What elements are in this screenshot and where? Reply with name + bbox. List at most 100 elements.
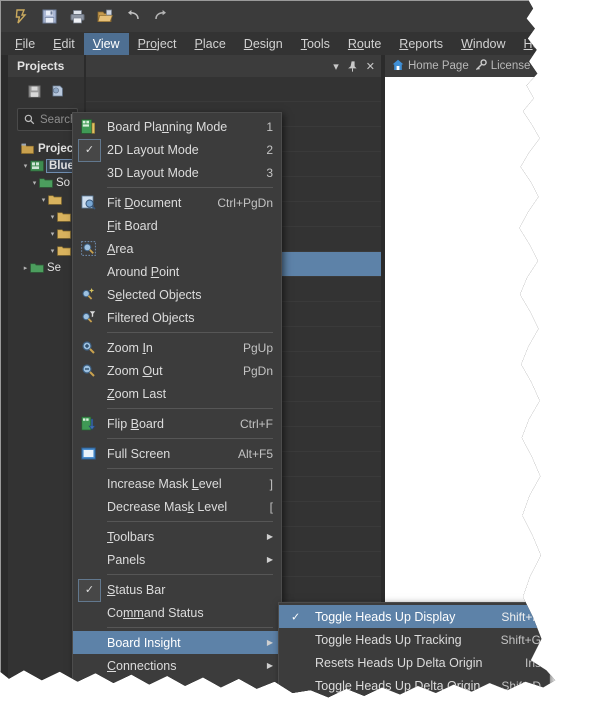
application-window: File Edit View Project Place Design Tools Route… (0, 0, 563, 713)
menu-item-label: 3D Layout Mode (107, 165, 199, 180)
submenu-item-toggle-heads-up-tracking[interactable]: Toggle Heads Up Tracking Shift+G (279, 628, 549, 651)
menubar-item-edit[interactable]: Edit (44, 33, 84, 55)
view-menu-item-status-bar[interactable]: ✓ Status Bar (73, 578, 281, 602)
tree-expand-arrow-icon[interactable]: ▾ (48, 213, 57, 221)
menu-item-label: Decrease Mask Level (107, 499, 228, 514)
view-menu-item-area[interactable]: Area (73, 237, 281, 260)
quick-access-toolbar (0, 0, 556, 32)
editor-tab-license-mana[interactable]: License Mana (475, 58, 563, 74)
menubar-item-help[interactable]: Help (515, 33, 556, 55)
view-menu-item-2d-layout-mode[interactable]: ✓ 2D Layout Mode 2 (73, 138, 281, 162)
view-menu-item-command-status[interactable]: Command Status (73, 601, 281, 624)
menu-item-shortcut: ] (269, 476, 273, 491)
menu-item-label: Area (107, 241, 134, 256)
menubar-item-file[interactable]: File (6, 33, 44, 55)
menubar-item-reports[interactable]: Reports (390, 33, 452, 55)
view-menu-item-full-screen[interactable]: Full Screen Alt+F5 (73, 442, 281, 465)
view-menu-item-zoom-out[interactable]: Zoom Out PgDn (73, 359, 281, 382)
search-input[interactable]: Search (17, 108, 78, 131)
submenu-item-toggle-heads-up-display[interactable]: ✓ Toggle Heads Up Display Shift+H (279, 605, 549, 628)
area-zoom-icon (80, 241, 96, 257)
view-menu-item-decrease-mask-level[interactable]: Decrease Mask Level [ (73, 495, 281, 518)
yellow-folder-icon (48, 194, 62, 206)
menubar-item-tools[interactable]: Tools (292, 33, 339, 55)
view-menu-item-3d-layout-mode[interactable]: 3D Layout Mode 3 (73, 161, 281, 184)
menu-separator (107, 521, 273, 522)
tree-expand-arrow-icon[interactable]: ▾ (48, 247, 57, 255)
view-menu-item-zoom-last[interactable]: Zoom Last (73, 382, 281, 405)
panel-dropdown-icon[interactable]: ▾ (333, 60, 339, 73)
view-menu-item-filtered-objects[interactable]: Filtered Objects (73, 306, 281, 329)
tree-expand-arrow-icon[interactable]: ▾ (21, 162, 30, 170)
editor-tab-label: License Mana (490, 60, 563, 72)
view-menu-item-around-point[interactable]: Around Point (73, 260, 281, 283)
view-menu-item-selected-objects[interactable]: Selected Objects (73, 283, 281, 306)
save-icon[interactable] (36, 4, 62, 28)
tree-expand-arrow-icon[interactable]: ▾ (30, 179, 39, 187)
view-menu-item-jumpers[interactable]: Jumpers ▶ (73, 677, 281, 697)
submenu-item-resets-heads-up-delta-origin[interactable]: Resets Heads Up Delta Origin Ins (279, 651, 549, 674)
view-menu-item-fit-document[interactable]: Fit Document Ctrl+PgDn (73, 191, 281, 214)
menu-item-label: Status Bar (107, 582, 166, 597)
open-folder-icon[interactable] (92, 4, 118, 28)
menu-item-shortcut: Ctrl+F (240, 416, 273, 431)
mnemonic: T (300, 36, 307, 51)
tree-expand-arrow-icon[interactable]: ▸ (21, 264, 30, 272)
view-menu-item-board-insight[interactable]: Board Insight ▶ (73, 631, 281, 654)
menu-item-shortcut: 2 (266, 142, 273, 157)
print-icon[interactable] (64, 4, 90, 28)
menu-item-label: Full Screen (107, 446, 171, 461)
zoom-in-icon (80, 340, 96, 356)
menu-item-label: Toolbars (107, 529, 155, 544)
submenu-arrow-icon: ▶ (266, 638, 273, 647)
project-options-icon[interactable] (51, 84, 65, 98)
view-menu-item-panels[interactable]: Panels ▶ (73, 548, 281, 571)
menubar-item-view[interactable]: View (83, 32, 129, 55)
view-menu-item-increase-mask-level[interactable]: Increase Mask Level] (73, 472, 281, 495)
pin-icon[interactable] (347, 60, 357, 72)
document-row[interactable] (86, 77, 381, 102)
view-menu-item-connections[interactable]: Connections ▶ (73, 654, 281, 677)
altium-logo-icon[interactable] (8, 4, 34, 28)
submenu-item-shortcut: Shift+D (501, 678, 541, 693)
submenu-arrow-icon: ▶ (266, 661, 273, 670)
menu-item-label: Command Status (107, 605, 204, 620)
key-icon (475, 58, 487, 74)
view-menu-item-fit-board[interactable]: Fit Board (73, 214, 281, 237)
menubar-item-design[interactable]: Design (235, 33, 292, 55)
menu-item-shortcut: [ (269, 499, 273, 514)
save-small-icon[interactable] (28, 85, 41, 98)
mnemonic: E (53, 36, 62, 51)
menubar-item-window[interactable]: Window (452, 33, 514, 55)
view-menu-item-flip-board[interactable]: Flip Board Ctrl+F (73, 412, 281, 435)
view-menu-item-grids[interactable]: Grids ▶ (73, 700, 281, 713)
redo-icon[interactable] (148, 4, 174, 28)
tree-expand-arrow-icon[interactable]: ▾ (39, 196, 48, 204)
menu-bar: File Edit View Project Place Design Tools Route… (0, 32, 556, 55)
mnemonic: W (461, 36, 473, 51)
view-menu-item-toolbars[interactable]: Toolbars ▶ (73, 525, 281, 548)
view-menu-item-board-planning-mode[interactable]: Board Planning Mode 1 (73, 115, 281, 138)
submenu-item-toggle-heads-up-delta-origin[interactable]: Toggle Heads Up Delta Origin Shift+D (279, 674, 549, 697)
menubar-item-project[interactable]: Project (129, 33, 186, 55)
editor-tab-home-page[interactable]: Home Page (392, 59, 469, 74)
fit-document-icon (80, 195, 96, 211)
menu-item-label: Increase Mask Level (107, 476, 222, 491)
submenu-item-shortcut: Shift+H (501, 609, 541, 624)
tree-item-label: Projec (38, 142, 74, 155)
menubar-item-route[interactable]: Route (339, 33, 390, 55)
search-placeholder-text: Search (40, 113, 77, 126)
undo-icon[interactable] (120, 4, 146, 28)
document-row[interactable] (86, 702, 381, 713)
close-icon[interactable]: ✕ (366, 60, 375, 73)
view-menu-item-zoom-in[interactable]: Zoom In PgUp (73, 336, 281, 359)
menu-item-label: Flip Board (107, 416, 164, 431)
tree-item-label: Se (47, 261, 62, 274)
yellow-folder-icon (57, 245, 71, 257)
submenu-arrow-icon: ▶ (266, 707, 273, 713)
menu-item-label: Grids (107, 704, 137, 713)
submenu-item-label: Toggle Heads Up Tracking (315, 632, 462, 647)
menubar-item-place[interactable]: Place (186, 33, 235, 55)
tree-expand-arrow-icon[interactable]: ▾ (48, 230, 57, 238)
mnemonic: D (243, 36, 253, 51)
